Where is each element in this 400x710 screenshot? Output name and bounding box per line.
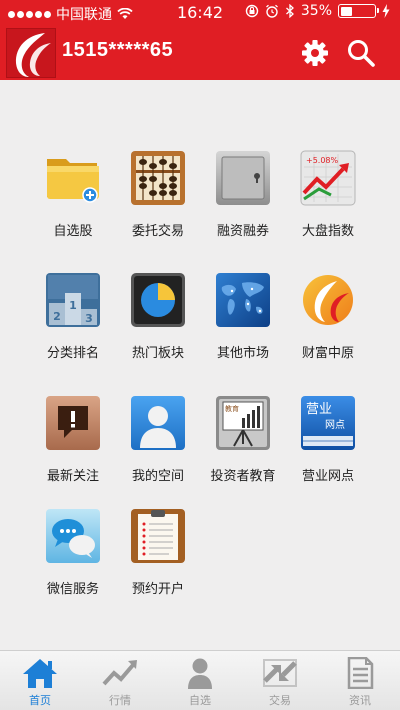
status-right: 35% <box>245 3 390 19</box>
user-icon <box>129 394 187 452</box>
podium-third: 3 <box>85 312 93 325</box>
tile-market-index[interactable]: +5.08% 大盘指数 <box>286 149 370 259</box>
alert-bubble-icon <box>44 394 102 452</box>
clipboard-icon <box>129 507 187 565</box>
battery-level <box>340 6 353 16</box>
board-text: 教育 <box>225 404 239 413</box>
charging-icon <box>382 4 390 18</box>
account-number[interactable]: 1515*****65 <box>62 39 173 62</box>
tab-label: 自选 <box>189 694 211 707</box>
tile-label: 大盘指数 <box>301 224 354 239</box>
tile-investor-education[interactable]: 教育 投资者教育 <box>201 394 285 504</box>
tab-trade[interactable]: 交易 <box>240 651 320 710</box>
exchange-icon <box>260 656 300 690</box>
tab-quotes[interactable]: 行情 <box>80 651 160 710</box>
document-icon <box>340 656 380 690</box>
index-change-text: +5.08% <box>306 156 339 165</box>
tile-label: 我的空间 <box>131 469 184 484</box>
tile-account-opening[interactable]: 预约开户 <box>116 507 200 617</box>
battery-percent: 35% <box>300 3 332 19</box>
tab-label: 行情 <box>109 694 131 707</box>
tile-other-markets[interactable]: 其他市场 <box>201 271 285 381</box>
settings-button[interactable] <box>298 36 332 70</box>
rotation-lock-icon <box>245 4 259 18</box>
tile-label: 营业网点 <box>301 469 354 484</box>
top-bar: 中国联通 16:42 35% 1515*****65 <box>0 0 400 80</box>
tile-my-space[interactable]: 我的空间 <box>116 394 200 504</box>
folder-icon <box>44 149 102 207</box>
pie-chart-icon <box>129 271 187 329</box>
bluetooth-icon <box>285 4 294 18</box>
tile-watchlist[interactable]: 自选股 <box>31 149 115 259</box>
podium-first: 1 <box>69 299 77 312</box>
tile-label: 预约开户 <box>131 582 184 597</box>
tile-label: 热门板块 <box>131 346 184 361</box>
tile-label: 财富中原 <box>301 346 354 361</box>
tab-label: 首页 <box>29 694 51 707</box>
search-icon <box>348 40 375 67</box>
safe-icon <box>214 149 272 207</box>
tile-label: 投资者教育 <box>210 469 276 484</box>
alarm-icon <box>265 4 278 18</box>
tile-label: 分类排名 <box>46 346 99 361</box>
app-logo[interactable] <box>6 28 56 78</box>
tile-label: 最新关注 <box>46 469 99 484</box>
tab-bar: 首页 行情 自选 交易 资讯 <box>0 650 400 710</box>
tile-label: 融资融券 <box>216 224 269 239</box>
tile-margin-trading[interactable]: 融资融券 <box>201 149 285 259</box>
brand-logo-icon <box>299 271 357 329</box>
podium-icon: 2 1 3 <box>44 271 102 329</box>
tile-label: 其他市场 <box>216 346 269 361</box>
tile-label: 委托交易 <box>131 224 184 239</box>
app-header: 1515*****65 <box>0 26 400 80</box>
function-grid: 自选股 委托交易 融资融券 +5.08% 大盘指数 2 1 3 分类排名 热门板… <box>0 80 400 650</box>
trend-icon <box>100 656 140 690</box>
book-title: 营业 <box>306 402 332 417</box>
chat-bubbles-icon <box>44 507 102 565</box>
tile-rankings[interactable]: 2 1 3 分类排名 <box>31 271 115 381</box>
tile-label: 自选股 <box>53 224 93 239</box>
tile-latest-focus[interactable]: 最新关注 <box>31 394 115 504</box>
tab-home[interactable]: 首页 <box>0 651 80 710</box>
tile-branches[interactable]: 营业 网点 营业网点 <box>286 394 370 504</box>
book-subtitle: 网点 <box>325 419 345 431</box>
tab-news[interactable]: 资讯 <box>320 651 400 710</box>
tile-wechat-service[interactable]: 微信服务 <box>31 507 115 617</box>
index-chart-icon: +5.08% <box>299 149 357 207</box>
status-bar: 中国联通 16:42 35% <box>0 0 400 26</box>
home-icon <box>20 656 60 690</box>
tab-label: 交易 <box>269 694 291 707</box>
tab-watchlist[interactable]: 自选 <box>160 651 240 710</box>
battery-icon <box>338 4 379 18</box>
world-map-icon <box>214 271 272 329</box>
gear-icon <box>302 40 328 66</box>
search-button[interactable] <box>344 36 378 70</box>
presentation-board-icon: 教育 <box>214 394 272 452</box>
tile-trading[interactable]: 委托交易 <box>116 149 200 259</box>
podium-second: 2 <box>53 310 61 323</box>
tab-label: 资讯 <box>349 694 371 707</box>
person-icon <box>180 656 220 690</box>
tile-label: 微信服务 <box>46 582 99 597</box>
abacus-icon <box>129 149 187 207</box>
tile-wealth-zhongyuan[interactable]: 财富中原 <box>286 271 370 381</box>
branch-book-icon: 营业 网点 <box>299 394 357 452</box>
tile-hot-sectors[interactable]: 热门板块 <box>116 271 200 381</box>
